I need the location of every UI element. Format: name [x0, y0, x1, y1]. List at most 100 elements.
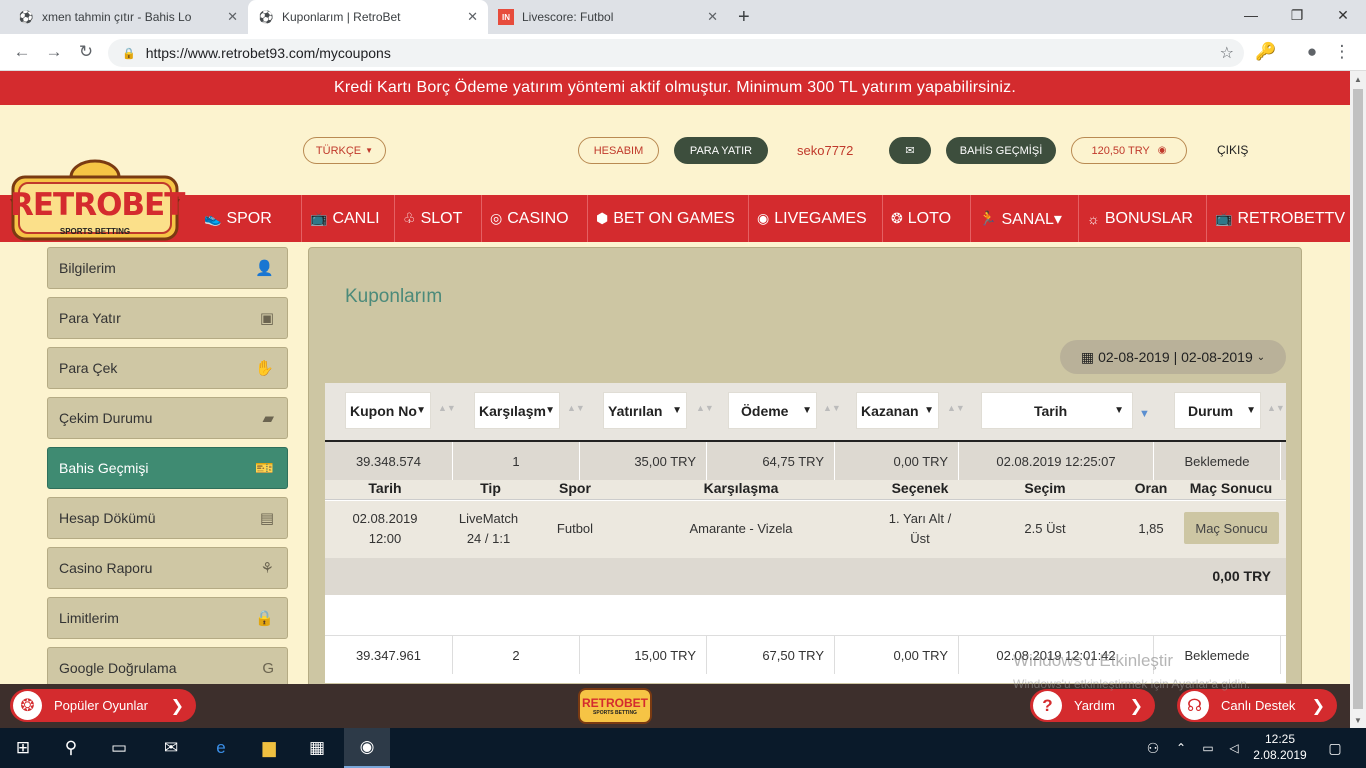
- nav-casino[interactable]: ◎ CASINO: [481, 195, 581, 242]
- deposit-button[interactable]: PARA YATIR: [674, 137, 768, 164]
- scroll-down-icon[interactable]: ▼: [1350, 712, 1366, 728]
- logout-link[interactable]: ÇIKIŞ: [1217, 143, 1248, 157]
- cell-coupon-no: 39.347.961: [325, 636, 453, 674]
- nav-livegames[interactable]: ◉ LIVEGAMES: [748, 195, 876, 242]
- tray-up-icon[interactable]: ⌃: [1170, 728, 1192, 768]
- filter-karsilasma[interactable]: Karşılaşm ▼: [474, 392, 560, 429]
- back-icon[interactable]: ←: [10, 40, 34, 64]
- sort-icon[interactable]: ▲▼: [1267, 403, 1285, 413]
- bet-history-button[interactable]: BAHİS GEÇMİŞİ: [946, 137, 1056, 164]
- battery-icon[interactable]: ▭: [1196, 728, 1220, 768]
- calendar-icon: ▦: [1080, 348, 1095, 365]
- sort-icon[interactable]: ▲▼: [823, 403, 841, 413]
- forward-icon[interactable]: →: [42, 40, 66, 64]
- nav-slot[interactable]: ♧ SLOT: [394, 195, 472, 242]
- detail-match: Amarante - Vizela: [689, 521, 793, 536]
- sidebar-item-bahis-gecmisi[interactable]: Bahis Geçmişi 🎫: [47, 447, 288, 489]
- filter-tarih[interactable]: Tarih ▼: [981, 392, 1133, 429]
- volume-icon[interactable]: ◁: [1222, 728, 1246, 768]
- table-row[interactable]: 39.348.574 1 35,00 TRY 64,75 TRY 0,00 TR…: [325, 442, 1286, 480]
- maximize-icon[interactable]: ❐: [1274, 0, 1320, 30]
- reload-icon[interactable]: ↻: [74, 40, 98, 64]
- close-tab-icon[interactable]: ✕: [707, 9, 718, 25]
- money-icon: ▰: [262, 410, 274, 427]
- activation-watermark: Windows'u Etkinleştir: [1013, 651, 1174, 670]
- balance-display[interactable]: 120,50 TRY ◉: [1071, 137, 1187, 164]
- live-support-button[interactable]: ☊ Canlı Destek ❯: [1177, 689, 1337, 722]
- help-button[interactable]: ? Yardım ❯: [1030, 689, 1155, 722]
- filter-durum[interactable]: Durum ▼: [1174, 392, 1261, 429]
- runner-icon: 🏃: [979, 210, 997, 226]
- new-tab-icon[interactable]: +: [738, 6, 750, 29]
- sort-icon[interactable]: ▲▼: [696, 403, 714, 413]
- store-icon[interactable]: ▦: [294, 728, 340, 768]
- menu-icon[interactable]: ⋮: [1330, 40, 1354, 64]
- notifications-icon[interactable]: ▢: [1312, 728, 1358, 768]
- windows-start-icon[interactable]: ⊞: [0, 728, 46, 768]
- browser-tab-2[interactable]: ⚽ Kuponlarım | RetroBet ✕: [248, 0, 488, 34]
- search-icon[interactable]: ⚲: [48, 728, 94, 768]
- minimize-icon[interactable]: —: [1228, 0, 1274, 30]
- edge-icon[interactable]: e: [198, 728, 244, 768]
- nav-bet-on-games[interactable]: ⬢ BET ON GAMES: [587, 195, 742, 242]
- footer-logo[interactable]: RETROBET SPORTS BETTING: [578, 688, 652, 724]
- help-label: Yardım: [1074, 698, 1115, 713]
- extension-icon[interactable]: 🔑: [1254, 40, 1278, 64]
- close-tab-icon[interactable]: ✕: [467, 9, 478, 25]
- sidebar-item-hesap-dokumu[interactable]: Hesap Dökümü ▤: [47, 497, 288, 539]
- sidebar-item-para-cek[interactable]: Para Çek ✋: [47, 347, 288, 389]
- page-scrollbar[interactable]: ▲ ▼: [1350, 71, 1366, 728]
- nav-loto[interactable]: ❂ LOTO: [882, 195, 964, 242]
- mail-button[interactable]: ✉: [889, 137, 931, 164]
- filter-odeme[interactable]: Ödeme ▼: [728, 392, 817, 429]
- detail-column-label: Tip: [480, 480, 501, 496]
- sort-desc-icon[interactable]: ▼: [1139, 408, 1150, 420]
- scrollbar-thumb[interactable]: [1353, 89, 1363, 709]
- url-field[interactable]: 🔒 https://www.retrobet93.com/mycoupons ☆: [108, 39, 1244, 67]
- scroll-up-icon[interactable]: ▲: [1350, 71, 1366, 87]
- detail-column-label: Seçenek: [891, 480, 949, 496]
- retrobet-logo[interactable]: RETROBET SPORTS BETTING: [10, 159, 185, 244]
- date-range-picker[interactable]: ▦ 02-08-2019 | 02-08-2019 ⌄: [1060, 340, 1286, 374]
- nav-sanal[interactable]: 🏃 SANAL▾: [970, 195, 1074, 242]
- sidebar-item-cekim-durumu[interactable]: Çekim Durumu ▰: [47, 397, 288, 439]
- language-select[interactable]: TÜRKÇE ▼: [303, 137, 386, 164]
- filter-kazanan[interactable]: Kazanan ▼: [856, 392, 939, 429]
- sort-icon[interactable]: ▲▼: [567, 403, 585, 413]
- account-button[interactable]: HESABIM: [578, 137, 659, 164]
- coupons-panel: Kuponlarım ▦ 02-08-2019 | 02-08-2019 ⌄ K…: [308, 247, 1302, 684]
- nav-retrobettv[interactable]: 📺 RETROBETTV: [1206, 195, 1350, 242]
- detail-option: 1. Yarı Alt /: [888, 511, 952, 526]
- nav-spor[interactable]: 👟 SPOR: [196, 195, 291, 242]
- nav-canli[interactable]: 📺 CANLI: [301, 195, 385, 242]
- detail-tip: LiveMatch: [458, 511, 519, 526]
- sidebar-item-google-dogrulama[interactable]: Google Doğrulama G: [47, 647, 288, 684]
- target-icon: ◉: [757, 210, 770, 226]
- filter-kupon-no[interactable]: Kupon No ▼: [345, 392, 431, 429]
- detail-column-label: Seçim: [1024, 480, 1066, 496]
- file-explorer-icon[interactable]: ▆: [246, 728, 292, 768]
- close-window-icon[interactable]: ✕: [1320, 0, 1366, 30]
- eye-icon[interactable]: ◉: [1158, 145, 1167, 156]
- browser-tab-1[interactable]: ⚽ xmen tahmin çıtır - Bahis Lokal - ✕: [8, 0, 248, 34]
- url-text: https://www.retrobet93.com/mycoupons: [145, 45, 391, 61]
- sort-icon[interactable]: ▲▼: [438, 403, 456, 413]
- sidebar-item-limitlerim[interactable]: Limitlerim 🔒: [47, 597, 288, 639]
- sidebar-item-casino-raporu[interactable]: Casino Raporu ⚘: [47, 547, 288, 589]
- statement-icon: ▤: [259, 510, 274, 527]
- profile-icon[interactable]: ●: [1300, 40, 1324, 64]
- sidebar-item-para-yatir[interactable]: Para Yatır ▣: [47, 297, 288, 339]
- nav-bonuslar[interactable]: ☼ BONUSLAR: [1078, 195, 1202, 242]
- sidebar-item-bilgilerim[interactable]: Bilgilerim 👤: [47, 247, 288, 289]
- close-tab-icon[interactable]: ✕: [227, 9, 238, 25]
- taskbar-clock[interactable]: 12:25 2.08.2019: [1250, 731, 1310, 763]
- sort-icon[interactable]: ▲▼: [947, 403, 965, 413]
- match-result-button[interactable]: Maç Sonucu: [1184, 512, 1279, 544]
- chrome-icon[interactable]: ◉: [344, 728, 390, 768]
- mail-app-icon[interactable]: ✉: [148, 728, 194, 768]
- browser-tab-3[interactable]: IN Livescore: Futbol ✕: [488, 0, 728, 34]
- filter-yatirilan[interactable]: Yatırılan ▼: [603, 392, 687, 429]
- popular-games-button[interactable]: ❂ Popüler Oyunlar ❯: [10, 689, 196, 722]
- bookmark-star-icon[interactable]: ☆: [1220, 43, 1234, 63]
- task-view-icon[interactable]: ▭: [96, 728, 142, 768]
